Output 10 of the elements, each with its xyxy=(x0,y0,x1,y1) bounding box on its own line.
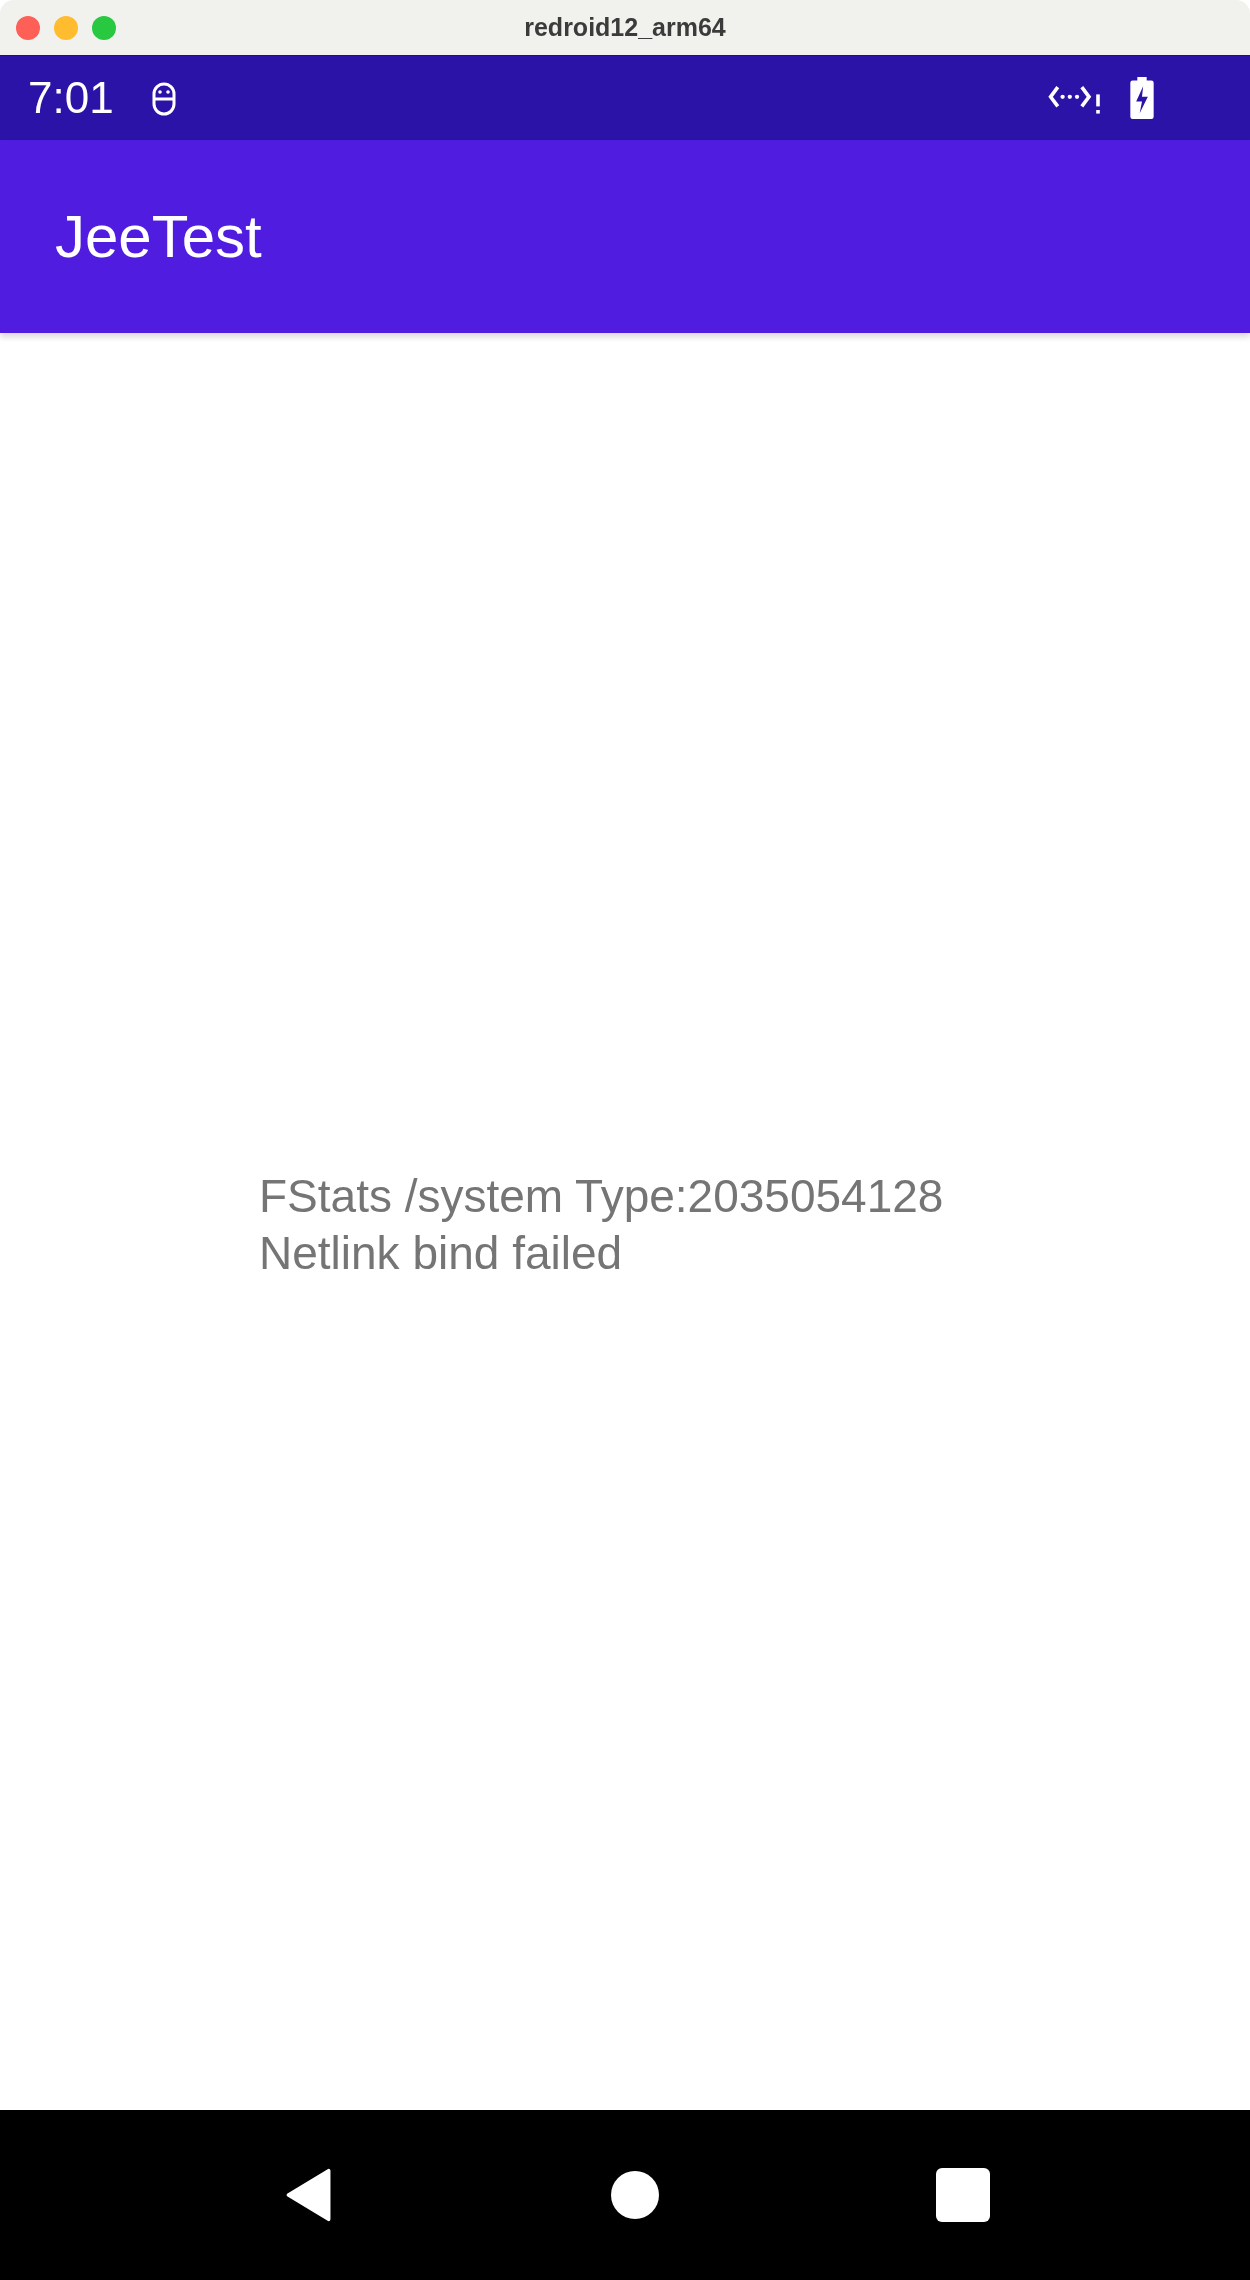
minimize-button[interactable] xyxy=(54,16,78,40)
app-title: JeeTest xyxy=(55,202,262,271)
message-text: FStats /system Type:2035054128 xyxy=(259,1169,944,1224)
window-title: redroid12_arm64 xyxy=(524,13,726,42)
home-icon[interactable] xyxy=(610,2170,660,2220)
battery-charging-icon xyxy=(1130,77,1154,119)
status-time: 7:01 xyxy=(28,73,114,123)
message-text: Netlink bind failed xyxy=(259,1226,624,1281)
zoom-button[interactable] xyxy=(92,16,116,40)
close-button[interactable] xyxy=(16,16,40,40)
